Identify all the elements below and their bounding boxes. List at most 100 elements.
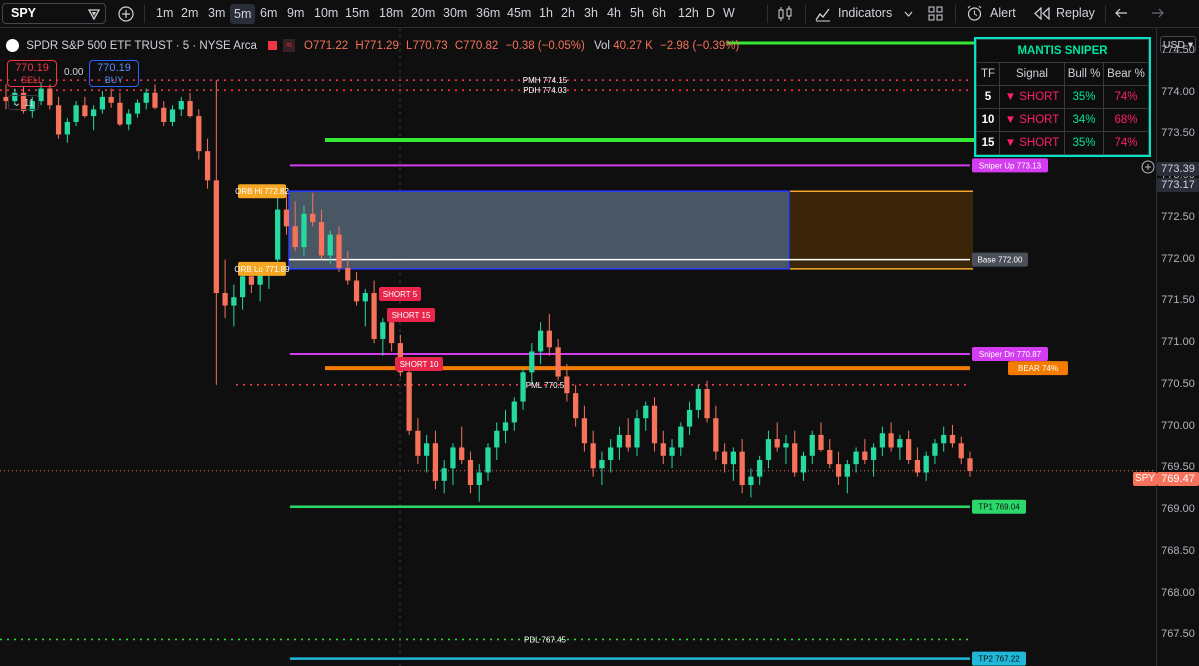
legend-flag[interactable] bbox=[268, 41, 278, 51]
timeframe-5h[interactable]: 5h bbox=[630, 0, 644, 27]
candle bbox=[64, 121, 70, 135]
axis-tick: 774.50 bbox=[1161, 44, 1195, 56]
candle bbox=[625, 434, 631, 448]
timeframe-10m[interactable]: 10m bbox=[314, 0, 338, 27]
mantis-title: MANTIS SNIPER bbox=[976, 39, 1149, 63]
timeframe-36m[interactable]: 36m bbox=[476, 0, 500, 27]
candle bbox=[932, 443, 938, 456]
orb-lo-label: ORB Lo 771.89 bbox=[234, 265, 290, 274]
spread-value: 0.00 bbox=[64, 67, 84, 78]
candle bbox=[222, 293, 228, 306]
legend-title[interactable]: SPDR S&P 500 ETF TRUST · 5 · NYSE Arca bbox=[26, 40, 257, 52]
candle bbox=[529, 351, 535, 373]
candle bbox=[283, 209, 290, 227]
candle bbox=[126, 113, 132, 125]
timeframe-1h[interactable]: 1h bbox=[539, 0, 553, 27]
short-10-signal: SHORT 10 bbox=[400, 360, 439, 369]
add-level-icon[interactable] bbox=[1141, 160, 1155, 174]
axis-last-price: 769.47 bbox=[1157, 472, 1199, 486]
candle bbox=[879, 433, 885, 448]
candle bbox=[196, 116, 202, 152]
sell-label: SELL bbox=[20, 75, 44, 85]
mantis-sniper-table: MANTIS SNIPER TF Signal Bull % Bear % 5 … bbox=[974, 37, 1151, 157]
candle bbox=[485, 447, 491, 473]
timeframe-30m[interactable]: 30m bbox=[443, 0, 467, 27]
axis-tick: 773.50 bbox=[1161, 127, 1195, 140]
mantis-header-bear: Bear % bbox=[1103, 62, 1149, 86]
timeframe-18m[interactable]: 18m bbox=[379, 0, 403, 27]
mantis-header-bull: Bull % bbox=[1063, 62, 1105, 86]
timeframe-45m[interactable]: 45m bbox=[507, 0, 531, 27]
timeframe-3m[interactable]: 3m bbox=[208, 0, 225, 27]
candle bbox=[844, 464, 850, 477]
legend-vol-label: Vol bbox=[594, 40, 610, 52]
sell-price: 770.19 bbox=[15, 62, 49, 74]
replay-icon[interactable] bbox=[1034, 7, 1050, 20]
sniper-up-label: Sniper Up 773.13 bbox=[979, 161, 1042, 170]
candle bbox=[949, 434, 956, 444]
candle-type-icon[interactable] bbox=[776, 5, 794, 23]
timeframe-12h[interactable]: 12h bbox=[678, 0, 699, 27]
candle bbox=[82, 105, 88, 117]
candle bbox=[494, 430, 500, 448]
short-15-signal: SHORT 15 bbox=[392, 311, 431, 320]
mantis-bear: 68% bbox=[1103, 108, 1149, 132]
symbol-search-box[interactable]: SPY bbox=[2, 3, 106, 24]
candle bbox=[248, 276, 255, 285]
timeframe-1m[interactable]: 1m bbox=[156, 0, 173, 27]
orb-box bbox=[288, 190, 790, 270]
timeframe-4h[interactable]: 4h bbox=[607, 0, 621, 27]
candle bbox=[371, 293, 377, 339]
candle bbox=[827, 449, 833, 465]
axis-tick: 768.50 bbox=[1161, 544, 1195, 557]
undo-icon[interactable] bbox=[1115, 7, 1130, 20]
timeframe-6m[interactable]: 6m bbox=[260, 0, 277, 27]
price-axis[interactable]: USD ▾ 774.50774.00773.50773.00772.50772.… bbox=[1156, 28, 1199, 666]
layout-grid-icon[interactable] bbox=[928, 6, 943, 21]
add-symbol-icon[interactable] bbox=[118, 6, 134, 22]
timeframe-5m[interactable]: 5m bbox=[230, 4, 256, 24]
timeframe-15m[interactable]: 15m bbox=[345, 0, 369, 27]
timeframe-2m[interactable]: 2m bbox=[181, 0, 198, 27]
sell-button[interactable]: 770.19 SELL bbox=[7, 60, 57, 87]
candle bbox=[721, 451, 728, 465]
candle bbox=[353, 280, 360, 302]
timeframe-9m[interactable]: 9m bbox=[287, 0, 304, 27]
orb-hi-label: ORB Hi 772.82 bbox=[235, 187, 289, 196]
chevron-down-icon[interactable] bbox=[904, 10, 913, 18]
tp1-label: TP1 769.04 bbox=[978, 503, 1020, 512]
base-label: Base 772.00 bbox=[978, 256, 1023, 265]
indicator-collapse-toggle[interactable]: ⌄ 11 bbox=[8, 95, 39, 110]
candle bbox=[152, 92, 158, 108]
candle bbox=[187, 101, 193, 117]
timeframe-3h[interactable]: 3h bbox=[584, 0, 598, 27]
alert-button[interactable]: Alert bbox=[990, 0, 1016, 27]
candle bbox=[143, 92, 149, 103]
candle bbox=[835, 464, 842, 477]
candle bbox=[678, 426, 684, 448]
replay-button[interactable]: Replay bbox=[1056, 0, 1095, 27]
timeframe-D[interactable]: D bbox=[706, 0, 715, 27]
candle bbox=[906, 439, 912, 460]
legend-indicator-badge[interactable]: ≈ bbox=[283, 39, 295, 53]
candle bbox=[432, 443, 439, 481]
timeframe-W[interactable]: W bbox=[723, 0, 735, 27]
timeframe-20m[interactable]: 20m bbox=[411, 0, 435, 27]
indicators-button[interactable]: Indicators bbox=[838, 0, 892, 27]
candle bbox=[441, 468, 447, 481]
alarm-clock-icon[interactable] bbox=[966, 5, 983, 22]
orb-extension-zone bbox=[790, 191, 973, 269]
candle bbox=[239, 276, 246, 298]
candle bbox=[870, 447, 877, 460]
buy-button[interactable]: 770.19 BUY bbox=[89, 60, 139, 87]
mantis-bull: 34% bbox=[1063, 108, 1105, 132]
candle bbox=[511, 401, 517, 423]
candle bbox=[301, 213, 307, 248]
indicators-icon[interactable] bbox=[815, 6, 831, 22]
compare-icon[interactable] bbox=[87, 7, 101, 21]
candle bbox=[581, 418, 588, 444]
redo-icon[interactable] bbox=[1149, 7, 1164, 20]
timeframe-2h[interactable]: 2h bbox=[561, 0, 575, 27]
timeframe-6h[interactable]: 6h bbox=[652, 0, 666, 27]
legend-volume-change: −2.98 (−0.39%) bbox=[660, 40, 740, 52]
